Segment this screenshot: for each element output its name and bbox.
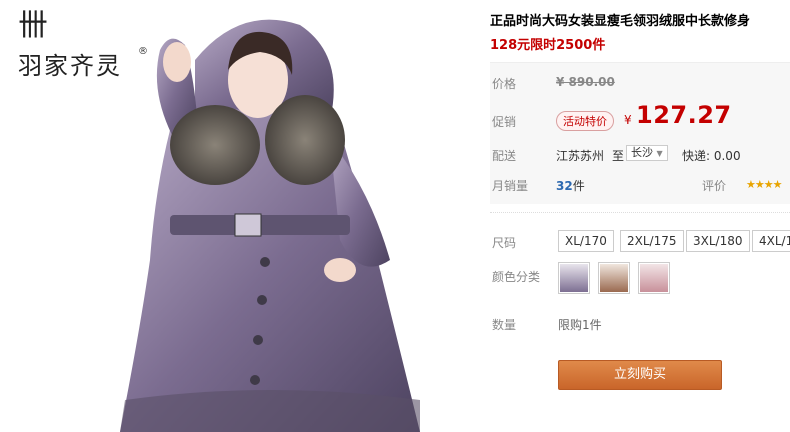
destination-value: 长沙 [631, 146, 653, 159]
promo-badge: 活动特价 [556, 111, 614, 131]
shipping-to-word: 至 [612, 149, 625, 163]
sales-count-wrap: 32件 [556, 177, 585, 194]
brand-logo: 卌 羽家齐灵 ® [18, 10, 148, 90]
size-option-2xl[interactable]: 2XL/175 [620, 230, 684, 252]
registered-mark: ® [138, 46, 148, 57]
size-option-xl[interactable]: XL/170 [558, 230, 614, 252]
quantity-limit: 限购1件 [558, 318, 602, 332]
product-title: 正品时尚大码女装显瘦毛领羽绒服中长款修身 [490, 14, 751, 29]
size-option-3xl[interactable]: 3XL/180 [686, 230, 750, 252]
promo-price: 127.27 [636, 101, 732, 129]
product-subtitle: 128元限时2500件 [490, 38, 606, 53]
sales-count: 32 [556, 179, 573, 193]
sales-label: 月销量 [492, 179, 529, 193]
rating-label: 评价 [702, 179, 727, 193]
color-swatch-purple[interactable] [558, 262, 590, 294]
sales-unit: 件 [572, 179, 585, 193]
color-swatch-brown[interactable] [598, 262, 630, 294]
shipping-label: 配送 [492, 149, 517, 163]
product-image-panel: 卌 羽家齐灵 ® [0, 0, 470, 432]
destination-select[interactable]: 长沙 ▼ [626, 145, 668, 161]
price-label: 价格 [492, 77, 517, 91]
chevron-down-icon: ▼ [656, 149, 663, 158]
brand-name: 羽家齐灵 [18, 52, 122, 80]
size-label: 尺码 [492, 236, 517, 250]
quantity-label: 数量 [492, 318, 517, 332]
shipping-from: 江苏苏州 [556, 149, 605, 163]
rating-stars-icon[interactable]: ★★★★ [746, 178, 782, 191]
promo-badge-text: 活动特价 [556, 111, 614, 131]
express-fee: 快递: 0.00 [682, 149, 741, 163]
promo-label: 促销 [492, 115, 517, 129]
price-box: 价格 ¥ 890.00 促销 活动特价 ¥ 127.27 配送 江苏苏州 至 长… [490, 62, 790, 204]
yen-symbol: ¥ [624, 113, 632, 127]
color-label: 颜色分类 [492, 270, 541, 284]
size-option-4xl[interactable]: 4XL/1 [752, 230, 790, 252]
brand-mark: 卌 [18, 8, 49, 43]
buy-now-button[interactable]: 立刻购买 [558, 360, 722, 390]
color-swatch-pink[interactable] [638, 262, 670, 294]
product-info-panel: 正品时尚大码女装显瘦毛领羽绒服中长款修身 128元限时2500件 价格 ¥ 89… [490, 0, 790, 432]
original-price: ¥ 890.00 [556, 75, 615, 89]
divider [490, 212, 790, 213]
